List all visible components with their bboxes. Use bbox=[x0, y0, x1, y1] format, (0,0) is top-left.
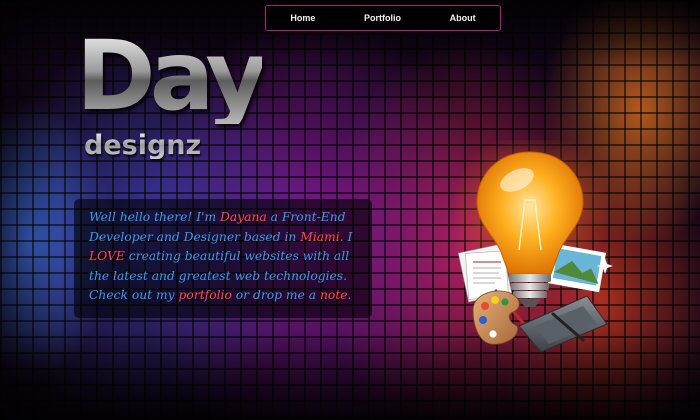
logo-designz-text: designz bbox=[84, 130, 202, 161]
intro-text-5: or drop me a bbox=[231, 288, 320, 302]
intro-box: Well hello there! I'm Dayana a Front-End… bbox=[74, 199, 372, 318]
portfolio-link[interactable]: portfolio bbox=[179, 288, 232, 302]
nav-portfolio-link[interactable]: Portfolio bbox=[364, 13, 401, 23]
paint-palette-icon bbox=[472, 290, 520, 345]
nav-about-link[interactable]: About bbox=[450, 13, 476, 23]
main-nav: Home Portfolio About bbox=[265, 5, 501, 31]
intro-name: Dayana bbox=[220, 210, 267, 224]
site-logo[interactable]: Day designz bbox=[76, 28, 276, 176]
intro-love: LOVE bbox=[89, 249, 125, 263]
intro-city: Miami bbox=[300, 229, 340, 244]
intro-text-6: . bbox=[347, 288, 352, 302]
note-link[interactable]: note bbox=[320, 288, 348, 302]
nav-home-link[interactable]: Home bbox=[290, 13, 315, 23]
creative-illustration bbox=[450, 130, 625, 360]
intro-text-1: Well hello there! I'm bbox=[89, 210, 221, 224]
intro-text-3: . I bbox=[339, 229, 353, 244]
logo-day-text: Day bbox=[76, 20, 268, 132]
